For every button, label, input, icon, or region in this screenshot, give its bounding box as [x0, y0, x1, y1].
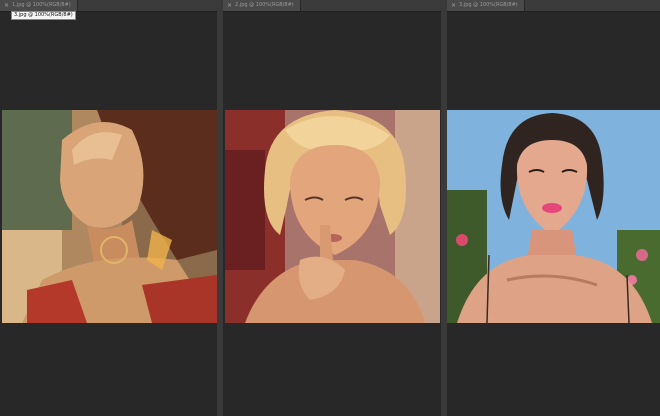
photo-woman-profile — [2, 110, 217, 323]
image-canvas-2[interactable] — [225, 110, 440, 323]
close-icon[interactable]: × — [227, 0, 232, 11]
tab-2[interactable]: × 2.jpg @ 100%(RGB/8#) — [223, 0, 301, 11]
close-icon[interactable]: × — [4, 0, 9, 11]
photo-brunette-woman — [447, 110, 660, 323]
document-panel-2[interactable]: × 2.jpg @ 100%(RGB/8#) — [223, 0, 445, 416]
tab-tooltip: 3.jpg @ 100%(RGB/8#) — [11, 11, 76, 20]
image-canvas-3[interactable] — [447, 110, 660, 323]
photo-blonde-woman — [225, 110, 440, 323]
document-panel-1[interactable]: × 1.jpg @ 100%(RGB/8#) 3.jpg @ 100%(RGB/… — [0, 0, 221, 416]
tab-bar-2: × 2.jpg @ 100%(RGB/8#) — [223, 0, 441, 12]
tab-bar-3: × 3.jpg @ 100%(RGB/8#) — [447, 0, 660, 12]
tab-title-2: 2.jpg @ 100%(RGB/8#) — [235, 2, 294, 8]
tab-1[interactable]: × 1.jpg @ 100%(RGB/8#) — [0, 0, 78, 11]
document-panel-3[interactable]: × 3.jpg @ 100%(RGB/8#) — [447, 0, 660, 416]
image-canvas-1[interactable] — [2, 110, 217, 323]
tab-title-1: 1.jpg @ 100%(RGB/8#) — [12, 2, 71, 8]
close-icon[interactable]: × — [451, 0, 456, 11]
tab-title-3: 3.jpg @ 100%(RGB/8#) — [459, 2, 518, 8]
tab-3[interactable]: × 3.jpg @ 100%(RGB/8#) — [447, 0, 525, 11]
